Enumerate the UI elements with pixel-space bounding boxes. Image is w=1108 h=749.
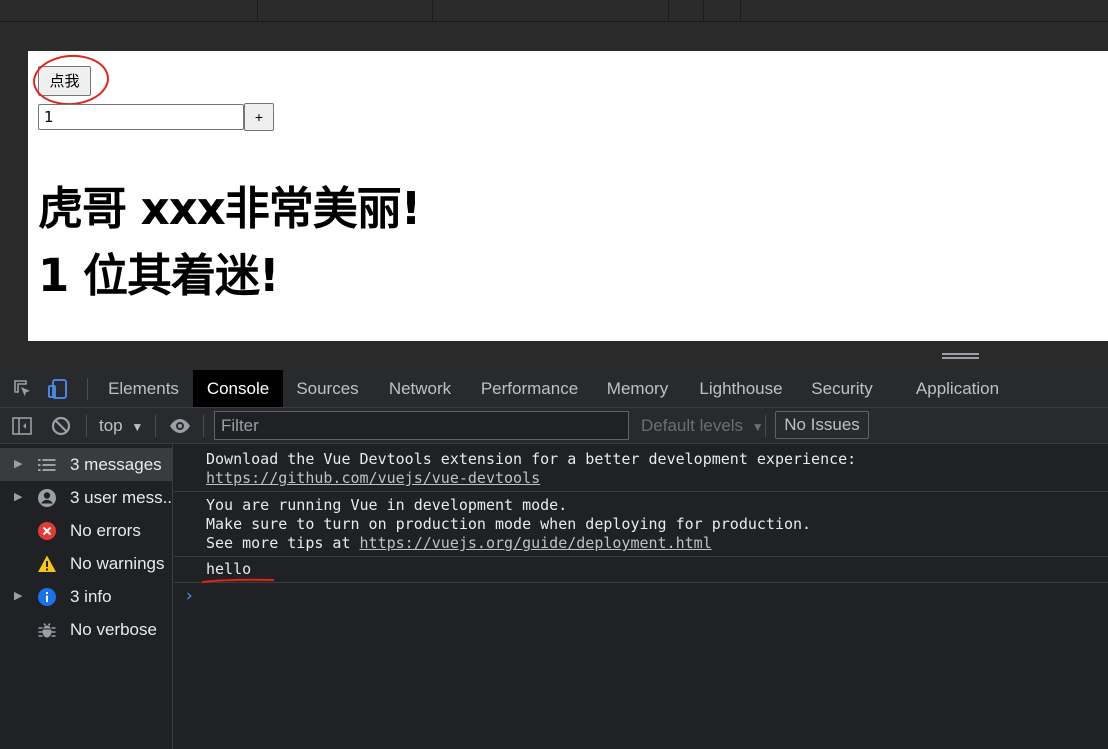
info-icon — [38, 588, 56, 606]
strip-separator — [668, 0, 669, 22]
devtools-tab-bar: Elements Console Sources Network Perform… — [0, 370, 1108, 408]
sidebar-item-label: 3 messages — [70, 455, 162, 474]
increment-button[interactable]: + — [244, 103, 274, 131]
device-toolbar-icon[interactable] — [47, 378, 69, 400]
sidebar-item-errors[interactable]: No errors — [0, 514, 172, 547]
strip-separator — [703, 0, 704, 22]
counter-input[interactable]: 1 — [38, 104, 244, 130]
clear-console-icon[interactable] — [50, 415, 72, 437]
rendered-page: 点我 1 + 虎哥 xxx非常美丽! 1 位其着迷! — [28, 51, 1108, 341]
inspect-element-icon[interactable] — [12, 378, 34, 400]
devtools-resize-handle[interactable] — [0, 341, 1108, 370]
tab-application[interactable]: Application — [907, 370, 1008, 407]
tab-console[interactable]: Console — [193, 370, 283, 407]
heading-line-1: 虎哥 xxx非常美丽! — [38, 182, 421, 235]
vue-devtools-link[interactable]: https://github.com/vuejs/vue-devtools — [206, 469, 540, 487]
toolbar-separator — [765, 415, 766, 437]
sidebar-item-label: No verbose — [70, 620, 157, 639]
sidebar-item-messages[interactable]: ▶ 3 messages — [0, 448, 172, 481]
console-toolbar: top ▼ Filter Default levels ▼ No Issues — [0, 408, 1108, 444]
tab-network[interactable]: Network — [378, 370, 462, 407]
console-prompt[interactable]: › — [184, 586, 194, 606]
sidebar-item-label: No errors — [70, 521, 141, 540]
sidebar-item-label: No warnings — [70, 554, 165, 573]
strip-separator — [432, 0, 433, 22]
expand-arrow-icon[interactable]: ▶ — [14, 448, 22, 481]
sidebar-item-warnings[interactable]: No warnings — [0, 547, 172, 580]
toolbar-separator — [155, 415, 156, 437]
tab-sources[interactable]: Sources — [287, 370, 368, 407]
expand-arrow-icon[interactable]: ▶ — [14, 481, 22, 514]
list-icon — [38, 459, 56, 471]
toolbar-separator — [87, 378, 88, 400]
message-text: You are running Vue in development mode. — [206, 496, 568, 514]
user-icon — [38, 489, 56, 507]
sidebar-item-user-messages[interactable]: ▶ 3 user mess... — [0, 481, 172, 514]
vue-deployment-link[interactable]: https://vuejs.org/guide/deployment.html — [360, 534, 712, 552]
console-message: You are running Vue in development mode.… — [174, 496, 1108, 557]
issues-button[interactable]: No Issues — [775, 411, 869, 439]
heading-line-2: 1 位其着迷! — [38, 249, 280, 302]
sidebar-item-info[interactable]: ▶ 3 info — [0, 580, 172, 613]
sidebar-item-verbose[interactable]: No verbose — [0, 613, 172, 646]
message-text: See more tips at — [206, 534, 360, 552]
console-message: hello — [174, 560, 1108, 583]
tab-security[interactable]: Security — [802, 370, 882, 407]
click-me-button[interactable]: 点我 — [38, 66, 91, 96]
eye-icon[interactable] — [169, 415, 191, 437]
strip-separator — [740, 0, 741, 22]
sidebar-item-label: 3 user mess... — [70, 488, 172, 507]
grip-line — [942, 357, 979, 359]
tab-lighthouse[interactable]: Lighthouse — [690, 370, 792, 407]
message-text: Make sure to turn on production mode whe… — [206, 515, 812, 533]
chevron-down-icon: ▼ — [751, 420, 764, 434]
context-selector[interactable]: top ▼ — [99, 408, 143, 443]
grip-line — [942, 353, 979, 355]
strip-separator — [257, 0, 258, 22]
browser-top-strip — [0, 0, 1108, 22]
tab-memory[interactable]: Memory — [597, 370, 678, 407]
tab-elements[interactable]: Elements — [96, 370, 191, 407]
message-text: hello — [206, 560, 252, 578]
tab-performance[interactable]: Performance — [472, 370, 587, 407]
toolbar-separator — [203, 415, 204, 437]
toolbar-separator — [86, 415, 87, 437]
console-sidebar: ▶ 3 messages ▶ 3 user mess... No errors … — [0, 444, 173, 749]
console-output: Download the Vue Devtools extension for … — [174, 444, 1108, 749]
sidebar-toggle-icon[interactable] — [11, 415, 33, 437]
message-text: Download the Vue Devtools extension for … — [206, 450, 857, 468]
sidebar-item-label: 3 info — [70, 587, 112, 606]
console-message: Download the Vue Devtools extension for … — [174, 450, 1108, 492]
expand-arrow-icon[interactable]: ▶ — [14, 580, 22, 613]
filter-input[interactable]: Filter — [214, 411, 629, 440]
context-label: top — [99, 416, 123, 435]
error-icon — [38, 522, 56, 540]
annotation-underline — [201, 578, 275, 583]
log-levels-label: Default levels — [641, 416, 744, 435]
log-levels-dropdown[interactable]: Default levels ▼ — [641, 408, 764, 443]
chevron-down-icon: ▼ — [131, 420, 144, 434]
bug-icon — [38, 623, 56, 638]
warning-icon — [38, 555, 56, 572]
